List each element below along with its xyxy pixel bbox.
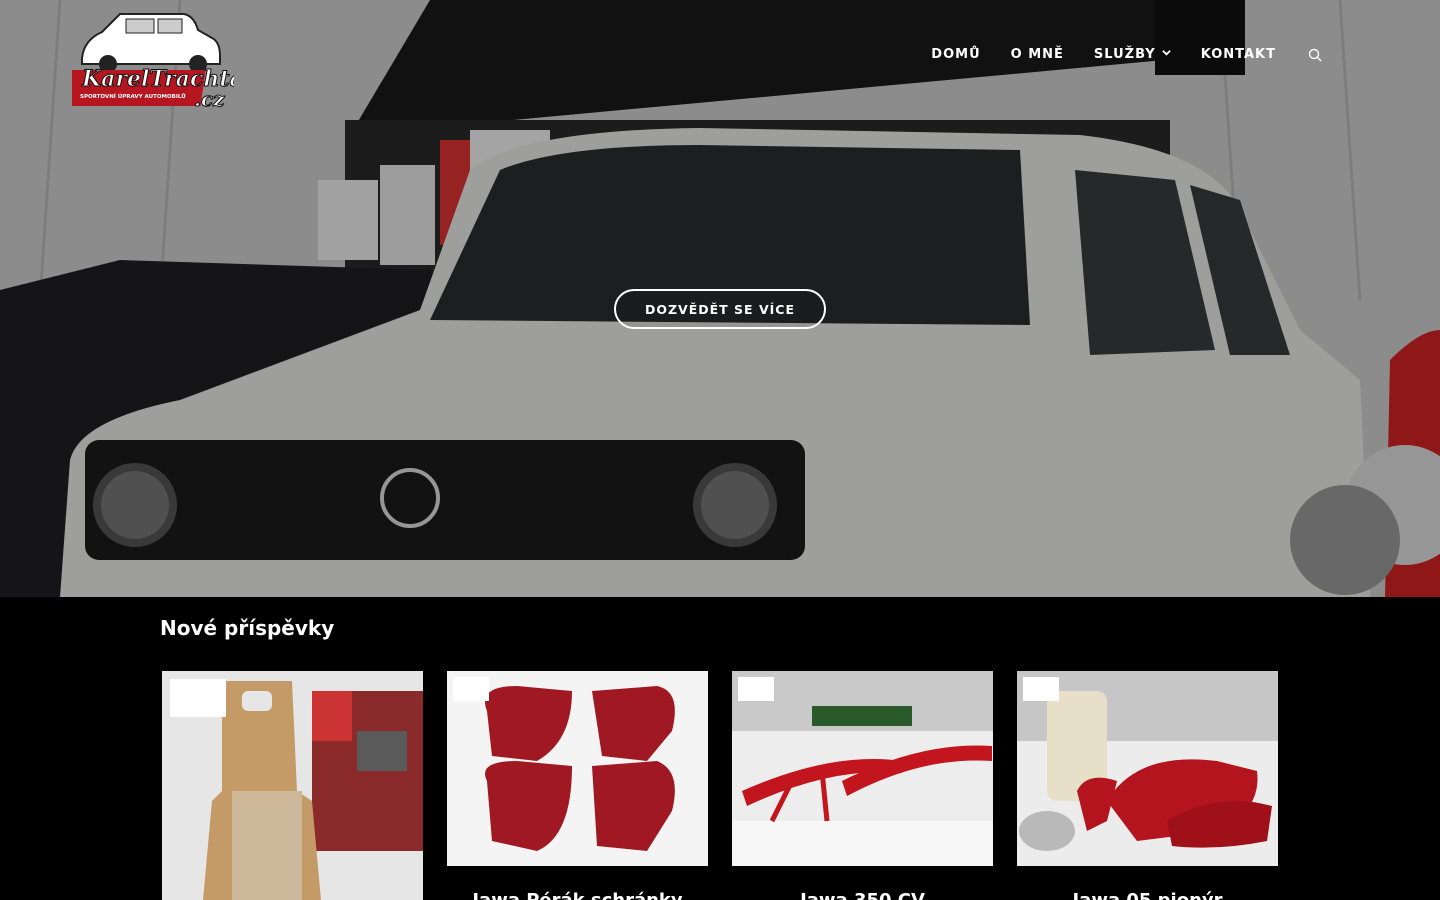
main-nav: DOMŮ O MNĚ SLUŽBY KONTAKT <box>901 44 1322 64</box>
nav-about-label: O MNĚ <box>1010 46 1064 62</box>
post-thumbnail[interactable] <box>162 671 423 900</box>
post-thumbnail[interactable] <box>447 671 708 866</box>
nav-about[interactable]: O MNĚ <box>1011 44 1064 64</box>
recent-posts: Nové příspěvky <box>0 597 1440 900</box>
nav-contact-label: KONTAKT <box>1200 46 1276 62</box>
logo-wordmark: KarelTrachta .cz SPORTOVNÍ ÚPRAVY AUTOMO… <box>80 66 234 111</box>
post-card[interactable]: Jawa 350 CV <box>732 671 993 900</box>
nav-services[interactable]: SLUŽBY <box>1094 44 1171 64</box>
post-thumbnail[interactable] <box>732 671 993 866</box>
site-header: KarelTrachta .cz SPORTOVNÍ ÚPRAVY AUTOMO… <box>0 0 1440 110</box>
post-title[interactable]: Jawa Pérák schránky <box>447 890 708 900</box>
nav-home[interactable]: DOMŮ <box>931 44 980 64</box>
learn-more-button[interactable]: DOZVĚDĚT SE VÍCE <box>614 289 826 329</box>
chevron-down-icon <box>1161 48 1171 60</box>
logo-suffix: .cz <box>194 87 225 110</box>
nav-services-label: SLUŽBY <box>1093 46 1156 62</box>
post-thumbnail[interactable] <box>1017 671 1278 866</box>
post-card[interactable]: Jawa 05 pionýr <box>1017 671 1278 900</box>
recent-posts-title: Nové příspěvky <box>160 616 335 640</box>
learn-more-label: DOZVĚDĚT SE VÍCE <box>644 301 795 317</box>
search-icon[interactable] <box>1308 47 1322 62</box>
post-title[interactable]: Jawa 350 CV <box>732 890 993 900</box>
post-card[interactable]: Jawa Pérák schránky <box>447 671 708 900</box>
post-title[interactable]: Jawa 05 pionýr <box>1017 890 1278 900</box>
nav-home-label: DOMŮ <box>931 46 981 62</box>
nav-contact[interactable]: KONTAKT <box>1201 44 1276 64</box>
post-card[interactable] <box>162 671 423 900</box>
logo-tagline: SPORTOVNÍ ÚPRAVY AUTOMOBILŮ <box>80 92 186 100</box>
